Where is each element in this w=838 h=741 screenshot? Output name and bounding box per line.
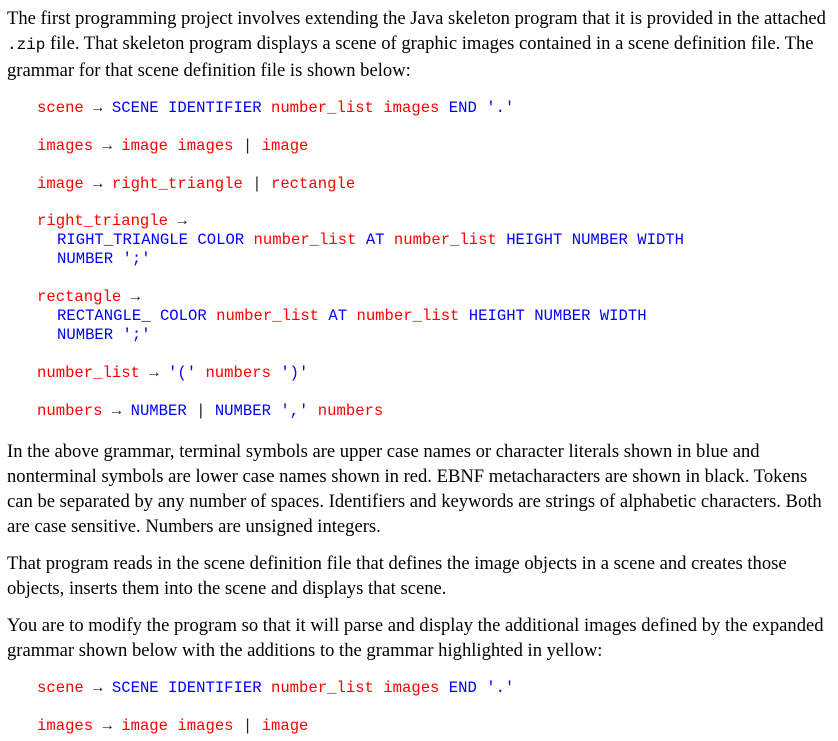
nt-image: image: [121, 137, 169, 155]
t-number: NUMBER: [214, 402, 271, 420]
t-number: NUMBER: [57, 250, 114, 268]
t-comma: ',': [280, 402, 309, 420]
nt-numbers: numbers: [37, 402, 103, 420]
nt-right-triangle: right_triangle: [37, 212, 169, 230]
rule-images: images → image images | image: [37, 717, 832, 736]
alternation-bar: |: [242, 717, 253, 735]
rule-continuation: RIGHT_TRIANGLE COLOR number_list AT numb…: [37, 231, 832, 250]
nt-images: images: [177, 717, 234, 735]
t-rectangle: RECTANGLE_: [57, 307, 151, 325]
nt-numbers: numbers: [317, 402, 384, 420]
nt-number-list: number_list: [393, 231, 497, 249]
nt-scene: scene: [37, 679, 84, 697]
t-number: NUMBER: [571, 231, 628, 249]
nt-scene: scene: [37, 99, 84, 117]
nt-number-list: number_list: [356, 307, 460, 325]
nt-image: image: [261, 137, 309, 155]
t-end: END: [448, 99, 477, 117]
program-reads-paragraph: That program reads in the scene definiti…: [7, 553, 787, 599]
expanded-grammar: scene → SCENE IDENTIFIER number_list ima…: [37, 679, 832, 736]
nt-number-list: number_list: [270, 679, 374, 697]
arrow-icon: →: [93, 679, 103, 697]
rule-number-list: number_list → '(' numbers ')': [37, 364, 832, 383]
nt-number-list: number_list: [216, 307, 320, 325]
nt-image: image: [121, 717, 169, 735]
arrow-icon: →: [102, 717, 112, 735]
t-number: NUMBER: [534, 307, 591, 325]
t-number: NUMBER: [130, 402, 187, 420]
arrow-icon: →: [149, 364, 159, 382]
nt-number-list: number_list: [37, 364, 140, 382]
rule-continuation: RECTANGLE_ COLOR number_list AT number_l…: [37, 307, 832, 326]
nt-rectangle: rectangle: [37, 288, 122, 306]
nt-number-list: number_list: [253, 231, 357, 249]
zip-filename: .zip: [7, 36, 46, 54]
arrow-icon: →: [102, 137, 112, 155]
t-number: NUMBER: [57, 326, 114, 344]
t-scene: SCENE: [111, 679, 159, 697]
nt-images: images: [383, 99, 440, 117]
nt-images: images: [383, 679, 440, 697]
t-end: END: [448, 679, 477, 697]
arrow-icon: →: [177, 212, 187, 230]
nt-images: images: [177, 137, 234, 155]
rule-scene: scene → SCENE IDENTIFIER number_list ima…: [37, 679, 832, 698]
arrow-icon: →: [111, 402, 122, 420]
nt-right-triangle: right_triangle: [111, 175, 243, 193]
t-at: AT: [365, 231, 385, 249]
t-width: WIDTH: [599, 307, 647, 325]
intro-paragraph: The first programming project involves e…: [7, 6, 832, 83]
alternation-bar: |: [252, 175, 262, 193]
arrow-icon: →: [93, 99, 103, 117]
t-semicolon: ';': [122, 326, 151, 344]
modify-paragraph: You are to modify the program so that it…: [7, 615, 824, 661]
t-rparen: ')': [280, 364, 309, 382]
alternation-bar: |: [242, 137, 253, 155]
t-at: AT: [328, 307, 348, 325]
nt-image: image: [37, 175, 84, 193]
explanation-paragraph: In the above grammar, terminal symbols a…: [7, 441, 822, 537]
nt-image: image: [261, 717, 309, 735]
arrow-icon: →: [93, 175, 103, 193]
rule-right-triangle: right_triangle → RIGHT_TRIANGLE COLOR nu…: [37, 212, 832, 269]
t-semicolon: ';': [122, 250, 151, 268]
intro-text-2: file. That skeleton program displays a s…: [7, 33, 814, 81]
rule-numbers: numbers → NUMBER | NUMBER ',' numbers: [37, 402, 832, 421]
arrow-icon: →: [130, 288, 140, 306]
rule-continuation: NUMBER ';': [37, 326, 832, 345]
t-scene: SCENE: [111, 99, 159, 117]
t-height: HEIGHT: [506, 231, 563, 249]
rule-rectangle: rectangle → RECTANGLE_ COLOR number_list…: [37, 288, 832, 345]
nt-images: images: [37, 137, 94, 155]
rule-scene: scene → SCENE IDENTIFIER number_list ima…: [37, 99, 832, 118]
rule-image: image → right_triangle | rectangle: [37, 175, 832, 194]
t-color: COLOR: [197, 231, 245, 249]
nt-images: images: [37, 717, 94, 735]
rule-continuation: NUMBER ';': [37, 250, 832, 269]
nt-rectangle: rectangle: [270, 175, 356, 193]
intro-text-1: The first programming project involves e…: [7, 8, 826, 29]
t-identifier: IDENTIFIER: [168, 679, 262, 697]
t-right-triangle: RIGHT_TRIANGLE: [57, 231, 189, 249]
t-lparen: '(': [168, 364, 197, 382]
original-grammar: scene → SCENE IDENTIFIER number_list ima…: [37, 99, 832, 421]
rule-images: images → image images | image: [37, 137, 832, 156]
t-width: WIDTH: [637, 231, 685, 249]
nt-numbers: numbers: [205, 364, 271, 382]
document-page: The first programming project involves e…: [7, 6, 832, 736]
alternation-bar: |: [196, 402, 206, 420]
t-height: HEIGHT: [468, 307, 525, 325]
nt-number-list: number_list: [270, 99, 374, 117]
t-identifier: IDENTIFIER: [168, 99, 262, 117]
t-color: COLOR: [159, 307, 207, 325]
t-dot: '.': [486, 99, 515, 117]
t-dot: '.': [486, 679, 515, 697]
